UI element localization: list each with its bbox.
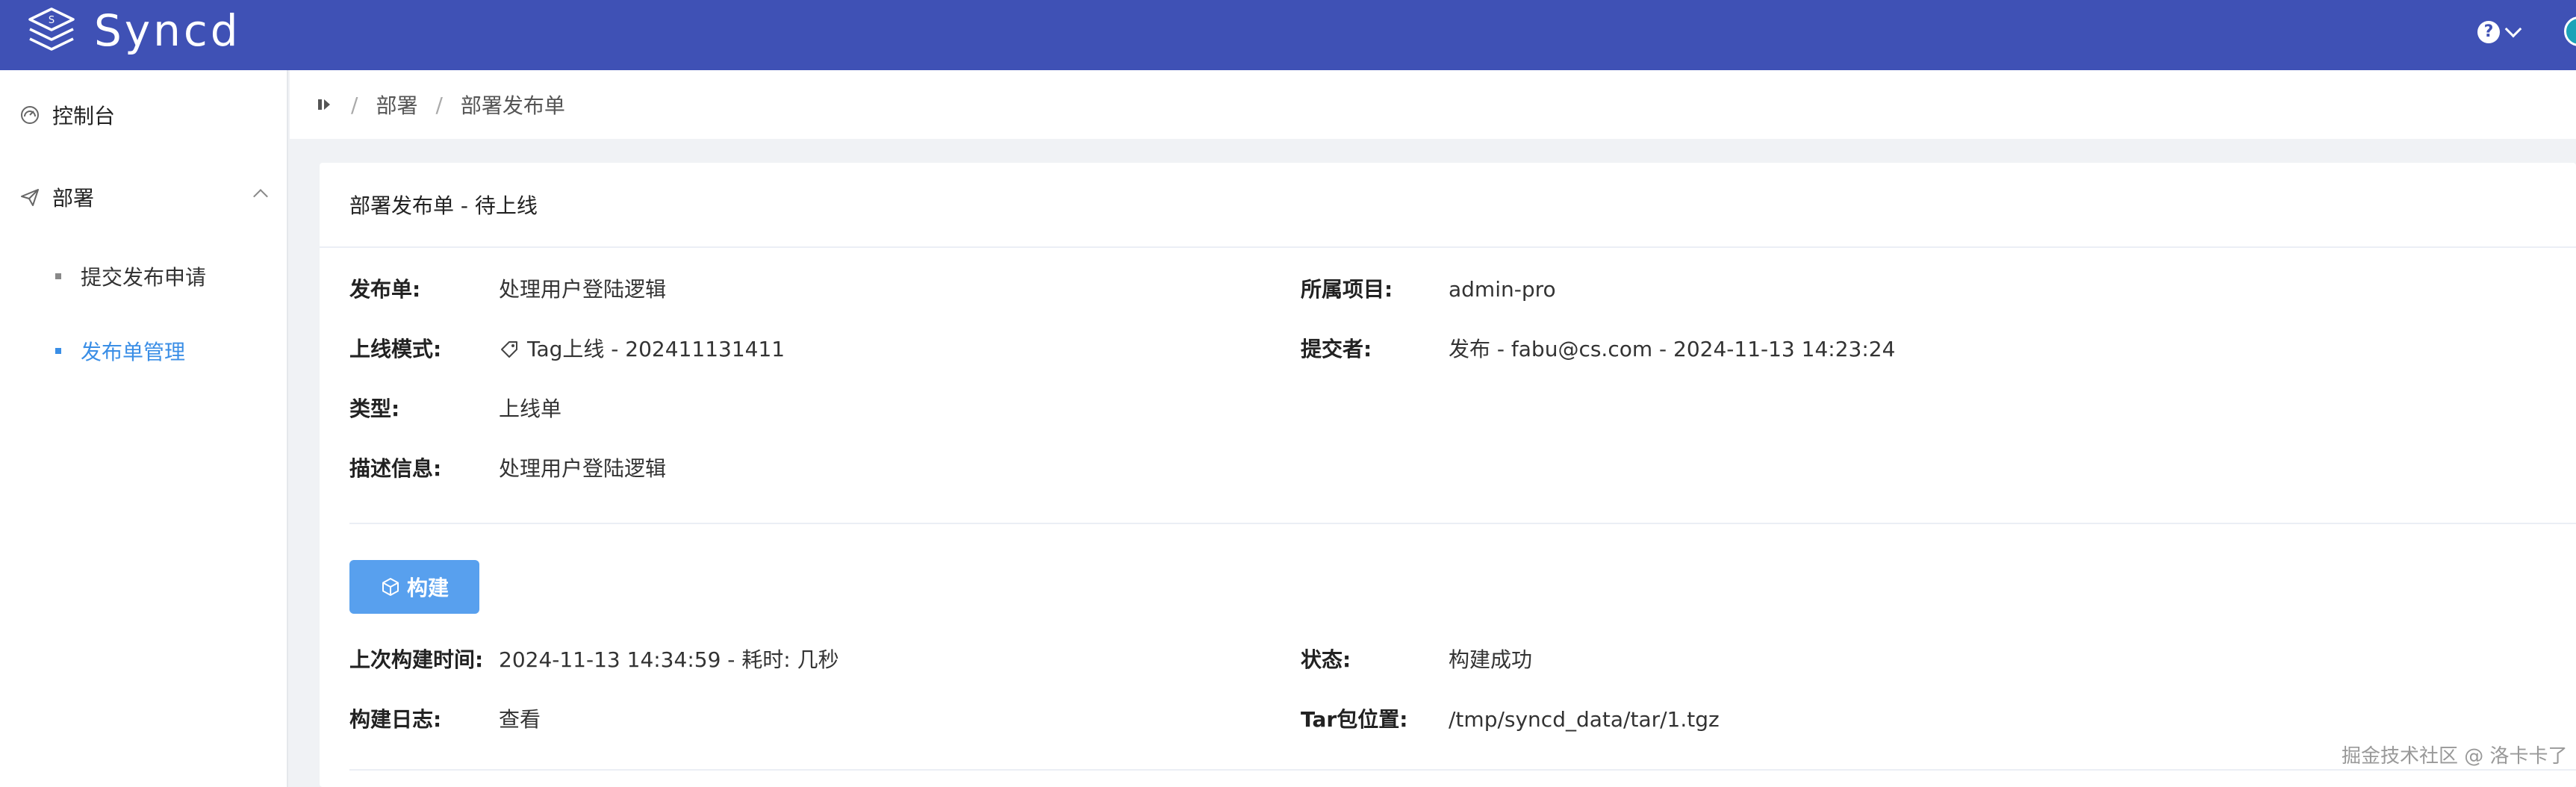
field-release: 发布单: 处理用户登陆逻辑	[349, 275, 666, 305]
sidebar-item-label: 控制台	[52, 104, 116, 128]
field-label: 上线模式:	[349, 337, 442, 361]
layers-logo-icon: S	[28, 7, 75, 51]
sidebar-item-submit-release[interactable]: 提交发布申请	[55, 261, 206, 291]
field-value: admin-pro	[1449, 277, 1556, 302]
watermark: 掘金技术社区 @ 洛卡卡了	[2342, 745, 2568, 768]
bullet-icon	[55, 348, 61, 354]
field-label: 发布单:	[349, 277, 421, 302]
help-menu[interactable]: ?	[2477, 20, 2522, 43]
sidebar-item-release-manage[interactable]: 发布单管理	[55, 336, 185, 366]
dashboard-icon	[21, 106, 39, 124]
sidebar-item-dashboard[interactable]: 控制台	[19, 100, 115, 130]
breadcrumb-separator: /	[435, 92, 443, 117]
field-label: 类型:	[349, 396, 400, 421]
field-last-build-time: 上次构建时间: 2024-11-13 14:34:59 - 耗时: 几秒	[349, 645, 839, 675]
field-label: 描述信息:	[349, 456, 442, 481]
avatar[interactable]	[2564, 16, 2576, 46]
breadcrumb-item-release: 部署发布单	[460, 93, 565, 118]
view-log-link[interactable]: 查看	[499, 705, 541, 735]
collapse-sidebar-icon[interactable]	[317, 96, 333, 113]
sidebar-item-label: 发布单管理	[81, 340, 186, 364]
sidebar-item-label: 部署	[52, 186, 95, 211]
field-label: 提交者:	[1301, 337, 1372, 361]
cube-icon	[382, 578, 399, 596]
field-value: 2024-11-13 14:34:59 - 耗时: 几秒	[499, 647, 839, 672]
breadcrumb: / 部署 / 部署发布单	[290, 70, 2576, 139]
sidebar-item-label: 提交发布申请	[81, 265, 207, 290]
app-title: Syncd	[94, 5, 241, 56]
field-label: 上次构建时间:	[349, 647, 484, 672]
field-tar-path: Tar包位置: /tmp/syncd_data/tar/1.tgz	[1301, 705, 1720, 735]
build-button-label: 构建	[406, 576, 449, 600]
status-badge: 构建成功	[1449, 647, 1533, 672]
field-submitter: 提交者: 发布 - fabu@cs.com - 2024-11-13 14:23…	[1301, 335, 1895, 364]
breadcrumb-item-deploy[interactable]: 部署	[376, 90, 417, 119]
field-value: /tmp/syncd_data/tar/1.tgz	[1449, 707, 1720, 732]
field-label: Tar包位置:	[1301, 707, 1408, 732]
breadcrumb-separator: /	[351, 92, 358, 117]
field-value: 处理用户登陆逻辑	[499, 456, 667, 481]
build-button[interactable]: 构建	[349, 560, 479, 614]
field-label: 构建日志:	[349, 707, 442, 732]
paper-plane-icon	[21, 189, 39, 206]
field-build-log: 构建日志: 查看	[349, 705, 541, 735]
field-value: 发布 - fabu@cs.com - 2024-11-13 14:23:24	[1449, 337, 1896, 361]
chevron-down-icon	[2504, 20, 2522, 38]
tag-icon	[501, 341, 517, 358]
sidebar-item-deploy[interactable]: 部署	[19, 182, 268, 212]
field-project: 所属项目: admin-pro	[1301, 275, 1556, 305]
release-detail-card: 部署发布单 - 待上线 发布单: 处理用户登陆逻辑 所属项目: admin-pr…	[320, 163, 2576, 787]
field-mode: 上线模式: Tag上线 - 202411131411	[349, 335, 785, 364]
field-label: 所属项目:	[1301, 277, 1393, 302]
field-type: 类型: 上线单	[349, 394, 561, 424]
field-build-status: 状态: 构建成功	[1301, 645, 1532, 675]
top-header: S Syncd ?	[0, 0, 2576, 70]
svg-text:S: S	[49, 15, 55, 26]
help-icon: ?	[2477, 21, 2500, 43]
divider	[349, 769, 2576, 771]
field-description: 描述信息: 处理用户登陆逻辑	[349, 454, 666, 484]
card-title: 部署发布单 - 待上线	[349, 193, 538, 218]
field-value: Tag上线 - 202411131411	[527, 337, 785, 361]
field-label: 状态:	[1301, 647, 1351, 672]
field-value: 处理用户登陆逻辑	[499, 277, 667, 302]
field-value: 上线单	[499, 396, 562, 421]
bullet-icon	[55, 273, 61, 279]
divider	[320, 246, 2576, 248]
app-logo[interactable]: S Syncd	[25, 4, 241, 57]
chevron-up-icon	[253, 189, 268, 204]
divider	[349, 523, 2576, 524]
sidebar: 控制台 部署 提交发布申请 发布单管理	[0, 70, 288, 787]
